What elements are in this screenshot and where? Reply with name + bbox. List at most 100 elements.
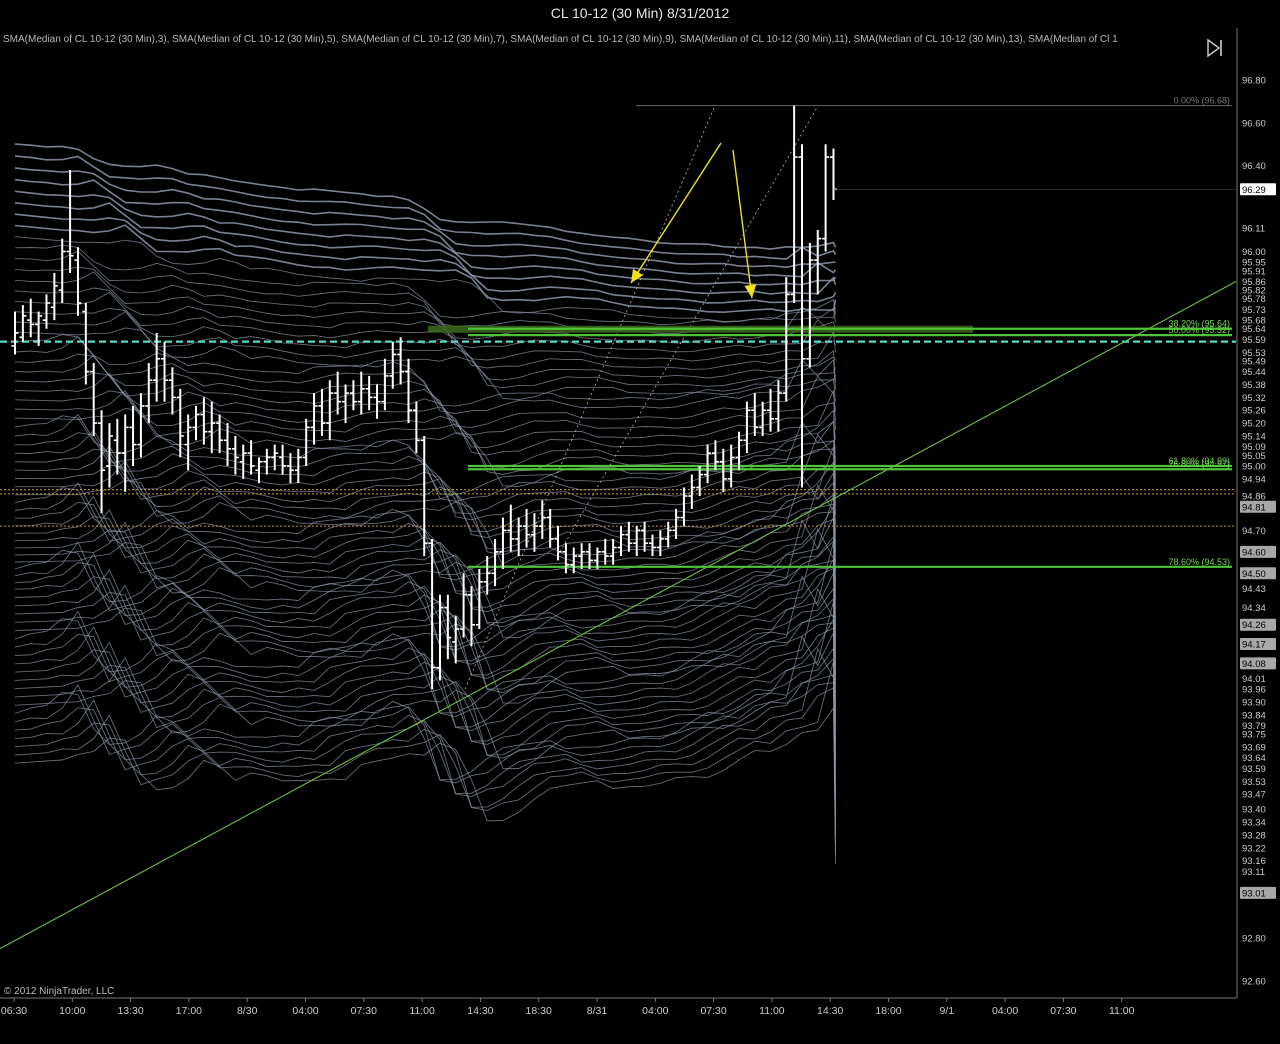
price-tick-label: 96.80 [1242, 75, 1266, 86]
ohlc-bar [735, 431, 743, 471]
sma-line [14, 143, 837, 250]
price-tick-label: 94.26 [1242, 620, 1266, 631]
sma-line [14, 155, 837, 260]
price-tick-label: 94.01 [1242, 674, 1266, 685]
ohlc-bar [349, 380, 357, 411]
sma-line [14, 657, 836, 827]
annotation-arrow [630, 142, 722, 284]
annotation-arrow [732, 149, 753, 299]
time-tick-label: 8/31 [587, 1005, 608, 1017]
ohlc-bar [814, 230, 822, 295]
ohlc-bar [310, 393, 318, 445]
ohlc-bar [672, 508, 680, 539]
ohlc-bar [397, 337, 405, 385]
time-tick-label: 07:30 [700, 1005, 726, 1017]
ohlc-bar [656, 530, 664, 557]
price-tick-label: 92.80 [1242, 933, 1266, 944]
price-tick-label: 95.20 [1242, 419, 1266, 430]
price-tick-label: 92.60 [1242, 976, 1266, 987]
fib-level-label: 0.00% (96.68) [1173, 96, 1230, 106]
ohlc-bar [216, 414, 224, 454]
ohlc-bar [239, 444, 247, 479]
ohlc-bar [11, 311, 19, 355]
ohlc-bar [50, 272, 58, 321]
price-tick-label: 93.96 [1242, 685, 1266, 696]
time-tick-label: 04:00 [992, 1005, 1018, 1017]
time-tick-label: 11:00 [759, 1005, 785, 1017]
sma-line [14, 236, 836, 322]
price-tick-label: 94.60 [1242, 547, 1266, 558]
price-tick-label: 96.60 [1242, 118, 1266, 129]
ohlc-bar [129, 405, 137, 467]
ohlc-bar [255, 457, 263, 484]
skip-forward-icon[interactable] [1204, 37, 1226, 59]
ohlc-bar [767, 388, 775, 432]
ohlc-bar [523, 508, 531, 548]
price-tick-label: 95.73 [1242, 305, 1266, 316]
ohlc-bar [405, 358, 412, 424]
ohlc-bar [98, 410, 106, 514]
drawing-objects: 0.00% (96.68)38.20% (95.64)50.00% (95.32… [0, 96, 1237, 950]
time-tick-label: 04:00 [292, 1005, 318, 1017]
price-tick-label: 93.47 [1242, 790, 1266, 801]
price-tick-label: 94.50 [1242, 569, 1266, 580]
ohlc-bar [161, 341, 169, 402]
time-tick-label: 10:00 [59, 1005, 85, 1017]
time-tick-label: 14:30 [467, 1005, 493, 1017]
ohlc-bar [294, 448, 302, 484]
ohlc-bar [302, 418, 310, 467]
fib-level-label: 78.60% (94.53) [1168, 557, 1230, 567]
price-tick-label: 94.08 [1242, 659, 1266, 670]
ohlc-bar [578, 543, 586, 569]
price-tick-label: 93.01 [1242, 888, 1266, 899]
price-tick-label: 95.14 [1242, 431, 1266, 442]
ohlc-bar [790, 105, 798, 303]
ohlc-bar [145, 363, 153, 424]
price-tick-label: 96.00 [1242, 247, 1266, 258]
price-tick-label: 95.44 [1242, 367, 1266, 378]
arrow-head [631, 268, 644, 283]
time-tick-label: 07:30 [1050, 1005, 1076, 1017]
sma-line [14, 567, 836, 676]
time-tick-label: 17:00 [176, 1005, 202, 1017]
sma-ribbon [14, 143, 837, 865]
ohlc-bar [176, 388, 184, 458]
time-tick-label: 8/30 [237, 1005, 258, 1017]
time-tick-label: 18:30 [526, 1005, 552, 1017]
price-tick-label: 93.90 [1242, 697, 1266, 708]
ohlc-bar [759, 401, 767, 436]
sma-line [14, 167, 836, 269]
ohlc-bar [342, 384, 350, 424]
price-tick-label: 93.28 [1242, 830, 1266, 841]
sma-line [14, 354, 836, 436]
ohlc-bar [475, 568, 483, 630]
ohlc-bar [412, 401, 420, 454]
price-tick-label: 95.64 [1242, 324, 1266, 335]
ohlc-bar [247, 440, 255, 475]
time-axis: 06:30 10:00 13:30 17:00 8/30 04:00 07:30 11:00 1… [1, 998, 1135, 1017]
price-tick-label: 96.40 [1242, 161, 1266, 172]
price-tick-label: 93.75 [1242, 730, 1266, 741]
ohlc-bar [586, 543, 594, 569]
ohlc-bar [27, 298, 35, 338]
time-tick-label: 04:00 [642, 1005, 668, 1017]
ohlc-bar [192, 405, 200, 441]
ohlc-bar [743, 401, 751, 454]
fib-level-label: 50.00% (95.32) [1168, 325, 1230, 335]
price-tick-label: 93.53 [1242, 777, 1266, 788]
ohlc-bar [751, 393, 759, 436]
price-tick-label: 95.00 [1242, 462, 1266, 473]
price-tick-label: 93.16 [1242, 856, 1266, 867]
price-tick-label: 94.81 [1242, 502, 1266, 513]
ohlc-bar [326, 380, 334, 441]
sma-line [14, 521, 836, 628]
sma-line [14, 213, 837, 304]
price-tick-label: 95.05 [1242, 451, 1266, 462]
time-tick-label: 14:30 [817, 1005, 843, 1017]
ohlc-bar [184, 414, 192, 471]
price-chart[interactable]: 0.00% (96.68)38.20% (95.64)50.00% (95.32… [0, 0, 1280, 1044]
trendline [0, 281, 1237, 950]
price-tick-label: 95.26 [1242, 406, 1266, 417]
price-tick-label: 96.11 [1242, 223, 1265, 234]
time-tick-label: 06:30 [1, 1005, 27, 1017]
